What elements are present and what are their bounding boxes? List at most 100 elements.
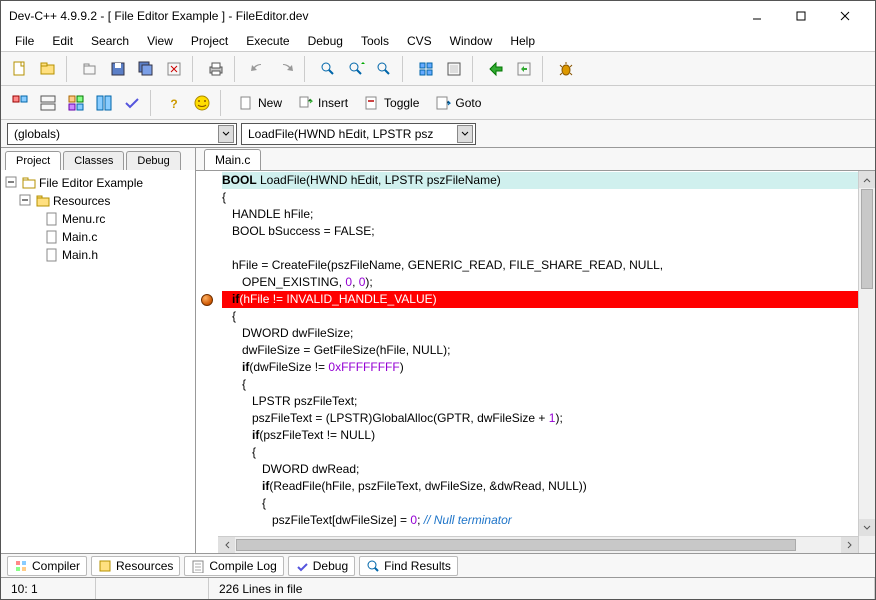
print-button[interactable] <box>203 56 229 82</box>
check-button[interactable] <box>119 90 145 116</box>
close-button[interactable] <box>823 2 867 30</box>
open-button[interactable] <box>77 56 103 82</box>
maximize-button[interactable] <box>779 2 823 30</box>
editor-tab[interactable]: Main.c <box>204 149 261 170</box>
compile-run-button[interactable] <box>483 56 509 82</box>
save-button[interactable] <box>105 56 131 82</box>
redo-button[interactable] <box>273 56 299 82</box>
editor-tabs: Main.c <box>196 148 875 170</box>
menu-file[interactable]: File <box>7 32 42 50</box>
status-position: 10: 1 <box>1 578 96 599</box>
minus-box-icon <box>19 194 33 208</box>
status-info: 226 Lines in file <box>209 578 875 599</box>
horizontal-scrollbar[interactable] <box>218 536 858 553</box>
code-area[interactable]: BOOL LoadFile(HWND hEdit, LPSTR pszFileN… <box>196 170 875 553</box>
main-area: ProjectClassesDebug File Editor Example … <box>1 147 875 553</box>
tree-file[interactable]: Main.c <box>5 228 191 246</box>
file-icon <box>45 212 59 226</box>
scope-combo[interactable]: (globals) <box>7 123 237 145</box>
tree-file[interactable]: Menu.rc <box>5 210 191 228</box>
scope-combo-value: (globals) <box>14 127 60 141</box>
code-text[interactable]: BOOL LoadFile(HWND hEdit, LPSTR pszFileN… <box>218 171 858 553</box>
sidebar-tab-debug[interactable]: Debug <box>126 151 180 170</box>
save-all-button[interactable] <box>133 56 159 82</box>
titlebar: Dev-C++ 4.9.9.2 - [ File Editor Example … <box>1 1 875 31</box>
svg-text:?: ? <box>170 97 177 111</box>
scroll-right-button[interactable] <box>841 537 858 553</box>
menu-window[interactable]: Window <box>442 32 501 50</box>
project-icon <box>22 176 36 190</box>
toolbar-secondary: ? New Insert Toggle Goto <box>1 85 875 119</box>
new-file-button[interactable]: New <box>231 90 289 116</box>
bottom-tab-compiler[interactable]: Compiler <box>7 556 87 576</box>
minus-box-icon <box>5 176 19 190</box>
scrollbar-thumb[interactable] <box>861 189 873 289</box>
gutter[interactable] <box>196 171 218 553</box>
file-icon <box>45 230 59 244</box>
scroll-up-button[interactable] <box>859 171 875 188</box>
menu-edit[interactable]: Edit <box>44 32 81 50</box>
scrollbar-thumb[interactable] <box>236 539 796 551</box>
breakpoint-icon[interactable] <box>201 294 213 306</box>
tree-root[interactable]: File Editor Example <box>5 174 191 192</box>
rebuild-button[interactable] <box>511 56 537 82</box>
menu-search[interactable]: Search <box>83 32 137 50</box>
tile-h-button[interactable] <box>7 90 33 116</box>
compile-button[interactable] <box>413 56 439 82</box>
help-button[interactable]: ? <box>161 90 187 116</box>
menu-view[interactable]: View <box>139 32 181 50</box>
tab-icon <box>191 559 205 573</box>
function-combo[interactable]: LoadFile(HWND hEdit, LPSTR psz <box>241 123 476 145</box>
sidebar-tab-project[interactable]: Project <box>5 151 61 170</box>
toolbar-main <box>1 51 875 85</box>
debug-button[interactable] <box>553 56 579 82</box>
menu-help[interactable]: Help <box>502 32 543 50</box>
undo-button[interactable] <box>245 56 271 82</box>
about-button[interactable] <box>189 90 215 116</box>
toggle-button[interactable]: Toggle <box>357 90 426 116</box>
bottom-tab-compile-log[interactable]: Compile Log <box>184 556 283 576</box>
window-list-button[interactable] <box>91 90 117 116</box>
scroll-left-button[interactable] <box>218 537 235 553</box>
sidebar-tabs: ProjectClassesDebug <box>1 148 195 170</box>
bottom-tab-find-results[interactable]: Find Results <box>359 556 458 576</box>
menubar: FileEditSearchViewProjectExecuteDebugToo… <box>1 31 875 51</box>
tree-file[interactable]: Main.h <box>5 246 191 264</box>
find-button[interactable] <box>315 56 341 82</box>
tab-icon <box>295 559 309 573</box>
bottom-tabs: CompilerResourcesCompile LogDebugFind Re… <box>1 553 875 577</box>
vertical-scrollbar[interactable] <box>858 171 875 553</box>
menu-execute[interactable]: Execute <box>238 32 297 50</box>
sidebar-tab-classes[interactable]: Classes <box>63 151 124 170</box>
menu-cvs[interactable]: CVS <box>399 32 440 50</box>
menu-debug[interactable]: Debug <box>300 32 351 50</box>
new-source-button[interactable] <box>7 56 33 82</box>
minimize-button[interactable] <box>735 2 779 30</box>
cascade-button[interactable] <box>63 90 89 116</box>
project-tree[interactable]: File Editor Example Resources Menu.rcMai… <box>1 170 195 553</box>
replace-button[interactable] <box>343 56 369 82</box>
chevron-down-icon <box>457 125 473 143</box>
goto-button[interactable]: Goto <box>428 90 488 116</box>
insert-button[interactable]: Insert <box>291 90 355 116</box>
bottom-tab-debug[interactable]: Debug <box>288 556 355 576</box>
status-mode <box>96 578 209 599</box>
tree-folder[interactable]: Resources <box>5 192 191 210</box>
find-next-button[interactable] <box>371 56 397 82</box>
chevron-down-icon <box>218 125 234 143</box>
sidebar: ProjectClassesDebug File Editor Example … <box>1 148 196 553</box>
menu-project[interactable]: Project <box>183 32 236 50</box>
bottom-tab-resources[interactable]: Resources <box>91 556 180 576</box>
editor-pane: Main.c BOOL LoadFile(HWND hEdit, LPSTR p… <box>196 148 875 553</box>
tile-v-button[interactable] <box>35 90 61 116</box>
tab-icon <box>366 559 380 573</box>
window-title: Dev-C++ 4.9.9.2 - [ File Editor Example … <box>9 9 735 23</box>
statusbar: 10: 1 226 Lines in file <box>1 577 875 599</box>
new-project-button[interactable] <box>35 56 61 82</box>
close-file-button[interactable] <box>161 56 187 82</box>
scroll-down-button[interactable] <box>859 519 875 536</box>
file-icon <box>45 248 59 262</box>
tab-icon <box>98 559 112 573</box>
menu-tools[interactable]: Tools <box>353 32 397 50</box>
run-button[interactable] <box>441 56 467 82</box>
